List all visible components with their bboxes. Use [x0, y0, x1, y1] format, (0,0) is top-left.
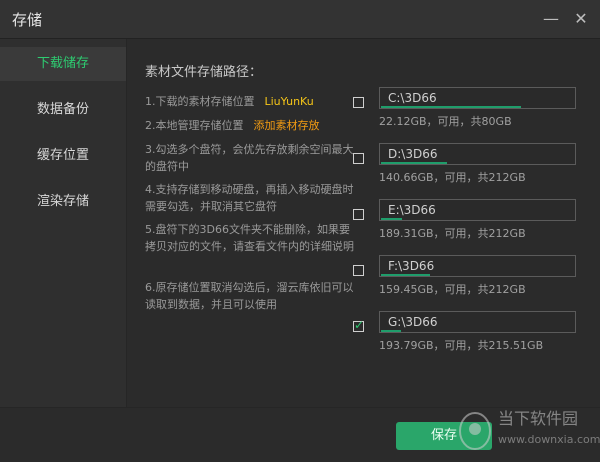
drive-e-usage-bar [381, 218, 403, 220]
drive-g-row: G:\3D66 193.79GB，可用，共215.51GB [353, 311, 583, 355]
drive-d-checkbox[interactable] [353, 153, 364, 164]
drive-g-checkbox[interactable] [353, 318, 364, 332]
drive-c-size: 22.12GB，可用，共80GB [379, 115, 512, 128]
sidebar: 下载储存 数据备份 缓存位置 渲染存储 [0, 39, 127, 407]
drive-f-path: F:\3D66 [388, 259, 435, 273]
drive-g-path-field[interactable]: G:\3D66 [379, 311, 576, 333]
drive-e-size: 189.31GB，可用，共212GB [379, 227, 526, 240]
window-title: 存储 [12, 11, 43, 29]
drive-d-path: D:\3D66 [388, 147, 438, 161]
note-1-text: 1.下载的素材存储位置 [145, 95, 255, 108]
drive-e-checkbox[interactable] [353, 209, 364, 220]
sidebar-item-download-storage[interactable]: 下载储存 [0, 47, 126, 81]
minimize-button[interactable]: — [540, 8, 562, 30]
note-3: 3.勾选多个盘符，会优先存放剩余空间最大的盘符中 [145, 143, 354, 173]
drive-f-usage-bar [381, 274, 430, 276]
section-title: 素材文件存储路径： [145, 65, 263, 80]
note-6: 6.原存储位置取消勾选后，溜云库依旧可以读取到数据，并且可以使用 [145, 281, 354, 311]
drive-d-size: 140.66GB，可用，共212GB [379, 171, 526, 184]
drive-f-checkbox[interactable] [353, 265, 364, 276]
watermark-logo-icon [459, 412, 491, 450]
add-storage-link[interactable]: 添加素材存放 [254, 119, 320, 132]
content-panel: 素材文件存储路径： 1.下载的素材存储位置 LiuYunKu 2.本地管理存储位置… [127, 39, 600, 407]
note-2: 2.本地管理存储位置 添加素材存放 [145, 117, 355, 134]
sidebar-item-render-storage[interactable]: 渲染存储 [0, 185, 126, 219]
drive-g-size: 193.79GB，可用，共215.51GB [379, 339, 544, 352]
download-path-link[interactable]: LiuYunKu [265, 95, 314, 108]
note-1: 1.下载的素材存储位置 LiuYunKu [145, 93, 355, 110]
watermark-title: 当下软件园 [498, 409, 579, 428]
drive-d-path-field[interactable]: D:\3D66 [379, 143, 576, 165]
watermark-url: www.downxia.com [498, 433, 600, 446]
drive-c-usage-bar [381, 106, 522, 108]
drive-f-path-field[interactable]: F:\3D66 [379, 255, 576, 277]
drive-e-path: E:\3D66 [388, 203, 436, 217]
drive-f-size: 159.45GB，可用，共212GB [379, 283, 526, 296]
note-5: 5.盘符下的3D66文件夹不能删除，如果要拷贝对应的文件，请查看文件内的详细说明 [145, 223, 354, 253]
drive-c-path: C:\3D66 [388, 91, 437, 105]
drive-e-path-field[interactable]: E:\3D66 [379, 199, 576, 221]
title-bar: 存储 — ✕ [0, 0, 600, 39]
drive-d-row: D:\3D66 140.66GB，可用，共212GB [353, 143, 583, 187]
sidebar-item-cache-location[interactable]: 缓存位置 [0, 139, 126, 173]
drive-c-row: C:\3D66 22.12GB，可用，共80GB [353, 87, 583, 131]
drive-f-row: F:\3D66 159.45GB，可用，共212GB [353, 255, 583, 299]
sidebar-item-data-backup[interactable]: 数据备份 [0, 93, 126, 127]
note-2-text: 2.本地管理存储位置 [145, 119, 244, 132]
drive-g-path: G:\3D66 [388, 315, 438, 329]
drive-e-row: E:\3D66 189.31GB，可用，共212GB [353, 199, 583, 243]
drive-g-usage-bar [381, 330, 401, 332]
close-button[interactable]: ✕ [570, 8, 592, 30]
drive-c-checkbox[interactable] [353, 97, 364, 108]
watermark: 当下软件园 www.downxia.com [458, 403, 600, 459]
note-4: 4.支持存储到移动硬盘，再插入移动硬盘时需要勾选，并取消其它盘符 [145, 183, 354, 213]
drive-c-path-field[interactable]: C:\3D66 [379, 87, 576, 109]
drive-d-usage-bar [381, 162, 448, 164]
